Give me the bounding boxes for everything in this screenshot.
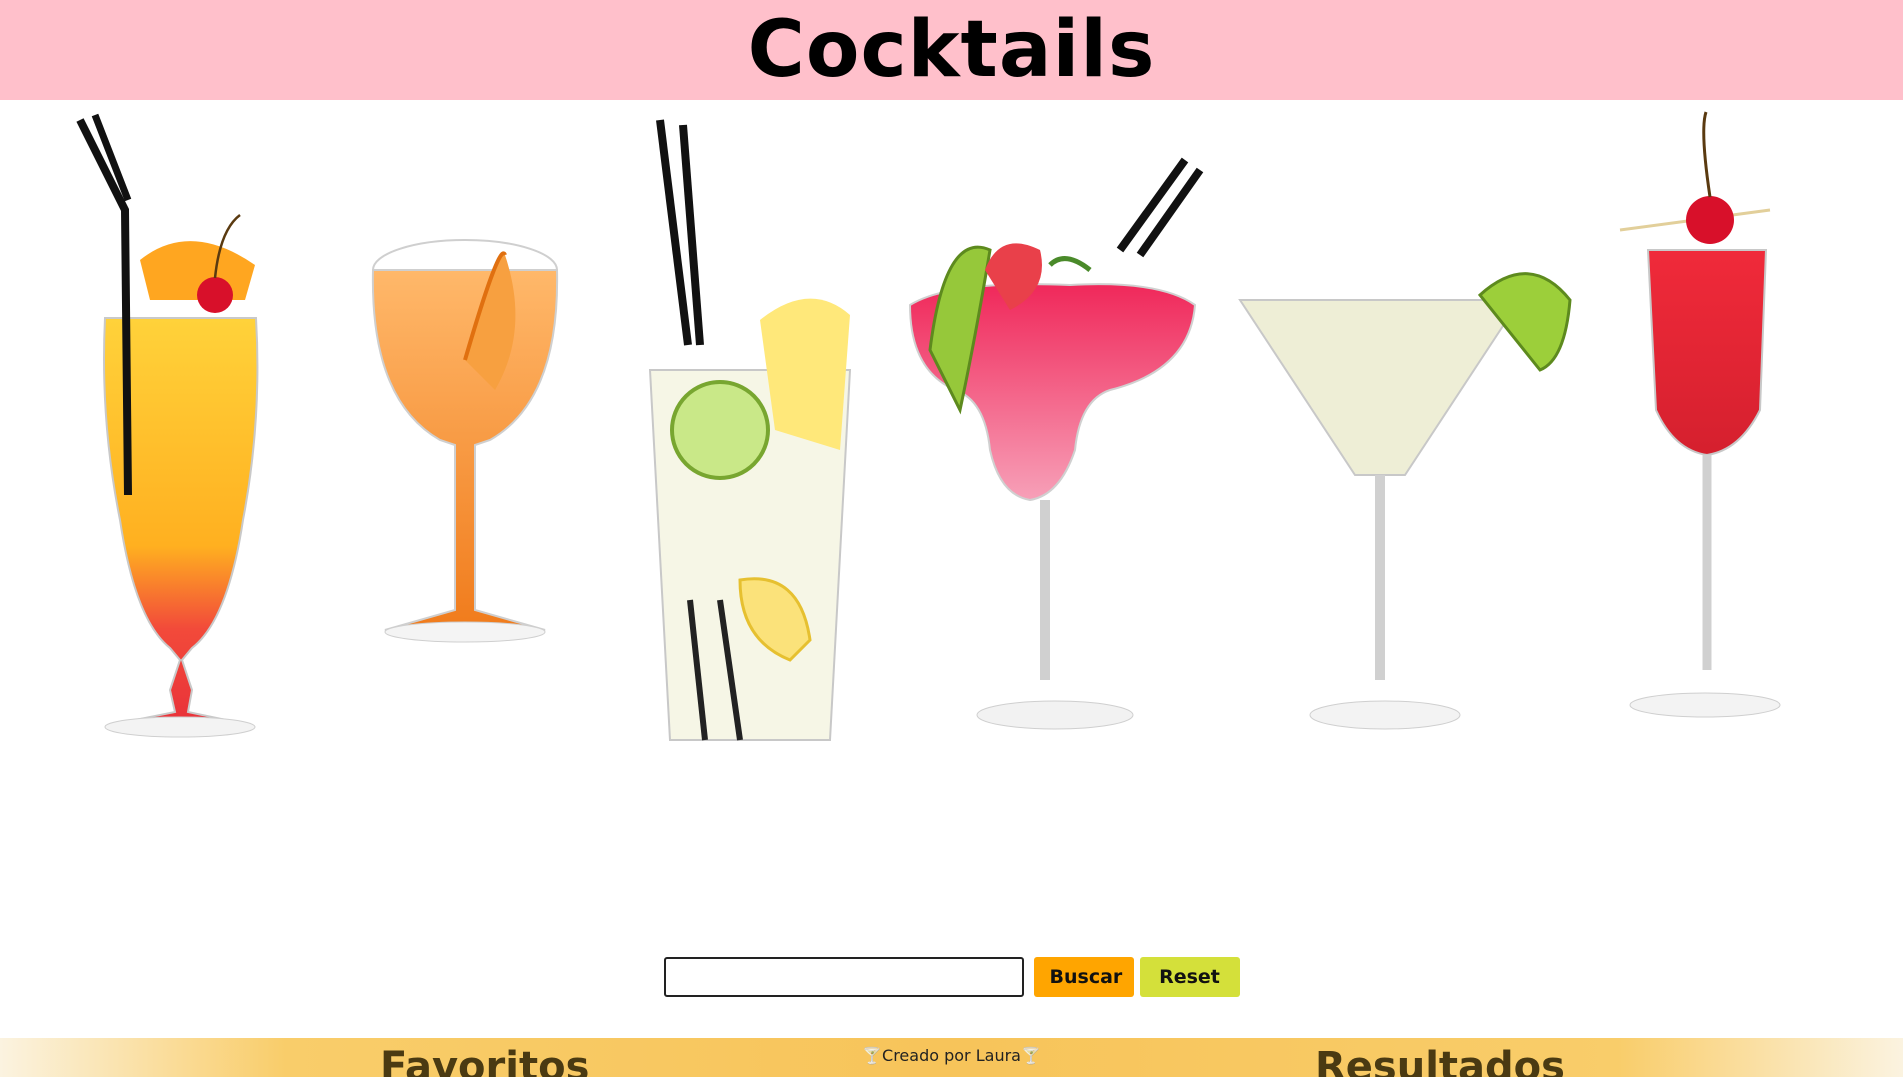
spritz-glass-icon	[371, 239, 559, 643]
credit-text: 🍸Creado por Laura🍸	[862, 1046, 1041, 1065]
cocktails-hero-image	[76, 111, 1781, 741]
champagne-flute-icon	[1619, 111, 1781, 718]
reset-button[interactable]: Reset	[1139, 957, 1240, 997]
frozen-cocktail-glass-icon	[908, 157, 1204, 730]
highball-glass-icon	[648, 119, 852, 741]
hurricane-glass-icon	[76, 113, 259, 738]
header-bar: Cocktails	[0, 0, 1903, 100]
results-heading: Resultados	[1315, 1044, 1565, 1077]
martini-glass-icon	[1238, 272, 1572, 730]
page-title: Cocktails	[747, 5, 1156, 95]
footer-bar: Favoritos 🍸Creado por Laura🍸 Resultados	[0, 1038, 1903, 1077]
search-button[interactable]: Buscar	[1033, 957, 1134, 997]
search-input[interactable]	[663, 957, 1024, 997]
search-bar: Buscar Reset	[0, 957, 1903, 997]
page: Cocktails Buscar Reset Favoritos 🍸Creado…	[0, 0, 1903, 1077]
